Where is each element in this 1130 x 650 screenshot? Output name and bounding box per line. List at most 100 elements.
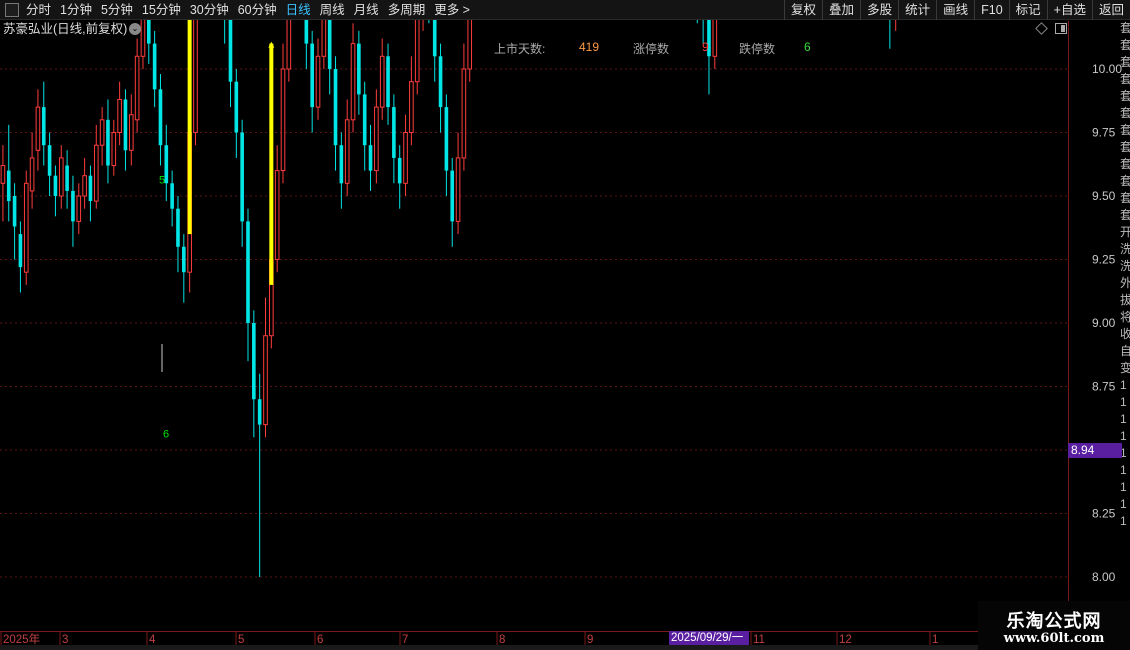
candle-body <box>111 132 117 167</box>
action-button[interactable]: 返回 <box>1091 0 1130 20</box>
candle-body <box>176 208 180 247</box>
action-button[interactable]: 叠加 <box>822 0 860 20</box>
signal-arrow <box>268 41 275 48</box>
period-tabs: 分时 1分钟 5分钟 15分钟 30分钟 60分钟 日线 周线 月线 多周期 更多 > <box>26 0 479 20</box>
period-tab[interactable]: 日线 <box>286 0 311 20</box>
strip-char: 1 <box>1120 463 1127 477</box>
strip-char: 1 <box>1120 514 1127 528</box>
signal-bar <box>187 0 192 235</box>
action-button[interactable]: 标记 <box>1008 0 1047 20</box>
annotation-label: 5 <box>159 174 165 186</box>
price-tick-label: 9.25 <box>1092 253 1116 267</box>
limit-down-value: 6 <box>804 40 811 54</box>
candle-body <box>386 56 390 108</box>
candle-body <box>76 195 82 222</box>
strip-char: 套 <box>1120 191 1130 205</box>
price-tick-label: 9.75 <box>1092 126 1116 140</box>
candle-body <box>368 145 373 171</box>
strip-char: 套 <box>1120 174 1130 188</box>
period-tab[interactable]: 15分钟 <box>142 0 181 20</box>
strip-char: 开 <box>1120 225 1130 239</box>
strip-char: 套 <box>1120 89 1130 103</box>
candle-body <box>88 175 93 202</box>
strip-char: 将 <box>1120 310 1130 324</box>
candle-body <box>280 68 286 172</box>
strip-char: 套 <box>1120 157 1130 171</box>
candle-body <box>93 144 99 202</box>
candle-body <box>357 43 361 95</box>
period-tab[interactable]: 周线 <box>320 0 345 20</box>
candle-body <box>29 157 35 192</box>
candle-body <box>47 145 52 176</box>
candle-body <box>106 119 110 166</box>
period-tab[interactable]: 分时 <box>26 0 51 20</box>
time-axis-label: 2025年 <box>3 632 40 646</box>
action-buttons: 复权 叠加 多股 统计 画线 F10 标记 +自选 返回 <box>784 0 1130 20</box>
price-tick-label: 8.25 <box>1092 507 1116 521</box>
strip-char: 拔 <box>1120 293 1130 307</box>
action-button[interactable]: 多股 <box>860 0 898 20</box>
strip-char: 套 <box>1120 55 1130 69</box>
candle-body <box>158 89 163 146</box>
watermark-text-en: www.60lt.com <box>1003 631 1105 646</box>
period-tab[interactable]: 多周期 <box>388 0 426 20</box>
candle-body <box>193 5 198 133</box>
right-side-strip: 套套套套套套套套套套套套开洗洗外拔将收自变111111111 <box>1120 21 1130 631</box>
kline-chart[interactable]: 8.008.258.508.759.009.259.509.7510.0010.… <box>0 0 1130 650</box>
action-button[interactable]: 复权 <box>784 0 822 20</box>
limit-up-value: 9 <box>702 40 709 54</box>
strip-char: 套 <box>1120 21 1130 35</box>
strip-char: 套 <box>1120 123 1130 137</box>
strip-char: 自 <box>1120 344 1130 358</box>
strip-char: 变 <box>1120 361 1130 375</box>
window-menu-icon[interactable] <box>5 3 19 17</box>
price-axis-divider <box>1068 21 1069 631</box>
period-tab[interactable]: 60分钟 <box>238 0 277 20</box>
action-button[interactable]: 统计 <box>898 0 936 20</box>
strip-char: 套 <box>1120 72 1130 86</box>
action-button[interactable]: 画线 <box>936 0 974 20</box>
panel-toggle-icon[interactable] <box>1055 23 1067 34</box>
candle-body <box>6 170 11 202</box>
listing-days-value: 419 <box>579 40 600 54</box>
candle-body <box>344 119 350 184</box>
candle-body <box>128 114 134 151</box>
action-button[interactable]: +自选 <box>1046 0 1092 20</box>
candle-body <box>12 196 17 227</box>
candle-body <box>444 107 449 171</box>
strip-char: 套 <box>1120 38 1130 52</box>
candle-body <box>333 69 338 146</box>
price-tick-label: 9.00 <box>1092 316 1116 330</box>
candle-body <box>41 107 46 146</box>
candle-body <box>310 43 314 108</box>
period-tab[interactable]: 月线 <box>354 0 379 20</box>
period-tab[interactable]: 1分钟 <box>60 0 92 20</box>
period-tab[interactable]: 5分钟 <box>101 0 133 20</box>
candle-body <box>392 107 396 158</box>
candle-body <box>379 55 385 108</box>
candle-body <box>450 170 455 222</box>
strip-char: 1 <box>1120 378 1127 392</box>
candle-body <box>455 157 461 222</box>
candle-body <box>228 18 233 82</box>
time-axis-line <box>0 631 1068 632</box>
candle-body <box>403 132 408 184</box>
candle-body <box>246 221 250 323</box>
candle-body <box>438 56 443 108</box>
candle-body <box>252 323 256 400</box>
strip-char: 外 <box>1120 276 1130 290</box>
current-price-badge: 8.94 <box>1068 443 1122 458</box>
candle-body <box>461 68 467 159</box>
candle-body <box>315 55 321 108</box>
period-tab[interactable]: 30分钟 <box>190 0 229 20</box>
strip-char: 洗 <box>1120 242 1130 256</box>
candle-body <box>58 157 64 197</box>
candle-body <box>374 106 379 172</box>
period-tab[interactable]: 更多 > <box>434 0 470 20</box>
candle-body <box>65 165 69 191</box>
strip-char: 1 <box>1120 429 1127 443</box>
action-button[interactable]: F10 <box>974 0 1009 20</box>
candle-body <box>35 106 41 151</box>
stock-title: 苏豪弘业(日线,前复权) <box>3 22 128 36</box>
chevron-down-icon[interactable]: ⌄ <box>129 23 141 35</box>
